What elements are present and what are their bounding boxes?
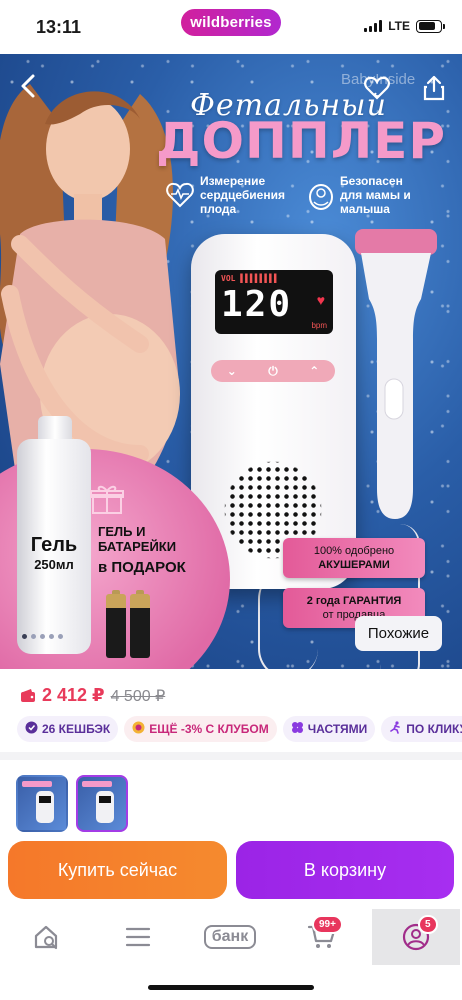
chip-club[interactable]: ЕЩЁ -3% С КЛУБОМ: [124, 716, 277, 742]
baby-icon: [308, 181, 334, 210]
back-button[interactable]: [10, 68, 46, 104]
share-button[interactable]: [416, 70, 452, 106]
battery-cell: [130, 590, 150, 658]
chip-cashback[interactable]: 26 КЕШБЭК: [17, 716, 119, 742]
chevron-down-icon: ⌄: [226, 364, 237, 378]
battery-cell: [106, 590, 126, 658]
chevron-left-icon: [21, 74, 35, 98]
tab-bank[interactable]: банк: [186, 909, 274, 965]
cashback-icon: [25, 721, 38, 737]
promo-chips: 26 КЕШБЭК ЕЩЁ -3% С КЛУБОМ ЧАСТЯМИ ПО КЛ…: [17, 716, 462, 742]
wallet-icon: [21, 688, 35, 702]
chip-parts-label: ЧАСТЯМИ: [307, 722, 368, 736]
cart-badge: 99+: [312, 915, 343, 934]
profile-badge: 5: [418, 915, 438, 934]
chevron-up-icon: ⌃: [309, 364, 320, 378]
gel-label: Гель 250мл: [17, 534, 91, 572]
thumbnail-strip: [16, 775, 128, 832]
claim-approved-top: 100% одобрено: [313, 545, 395, 557]
chip-click-label: ПО КЛИКУ: [406, 722, 462, 736]
power-icon: ⏻: [268, 363, 278, 378]
chip-cashback-label: 26 КЕШБЭК: [42, 722, 111, 736]
home-indicator: [148, 985, 314, 990]
chip-click[interactable]: ПО КЛИКУ: [381, 716, 462, 742]
share-icon: [423, 75, 445, 101]
carousel-dot[interactable]: [49, 634, 54, 639]
claim-approved-bottom: АКУШЕРАМИ: [318, 559, 390, 571]
product-image-carousel[interactable]: BabyInside Фетальный ДОППЛЕР Измерение с…: [0, 54, 462, 669]
feature-heartbeat-text: Измерение сердцебиения плода: [200, 174, 285, 216]
click-icon: [389, 721, 402, 737]
add-to-cart-button[interactable]: В корзину: [236, 841, 454, 899]
claim-warranty-top: 2 года ГАРАНТИЯ: [306, 595, 402, 607]
thumbnail-item-active[interactable]: [76, 775, 128, 832]
feature-safe-text: Безопасен для мамы и малыша: [340, 174, 411, 216]
tab-cart[interactable]: 99+: [278, 909, 366, 965]
chip-parts[interactable]: ЧАСТЯМИ: [282, 716, 376, 742]
thumbnail-item[interactable]: [16, 775, 68, 832]
bank-icon: банк: [203, 925, 257, 949]
battery-icon: [416, 19, 445, 33]
similar-button[interactable]: Похожие: [355, 616, 442, 651]
price-old: 4 500 ₽: [110, 687, 166, 705]
tab-profile[interactable]: 5: [372, 909, 460, 965]
buy-now-button[interactable]: Купить сейчас: [8, 841, 227, 899]
carousel-dot[interactable]: [31, 634, 36, 639]
hero-title-main: ДОППЛЕР: [156, 112, 447, 170]
carousel-dot[interactable]: [58, 634, 63, 639]
carousel-dot[interactable]: [22, 634, 27, 639]
section-divider: [0, 752, 462, 760]
gift-text: ГЕЛЬ И БАТАРЕЙКИ в ПОДАРОК: [98, 524, 186, 575]
carousel-dot[interactable]: [40, 634, 45, 639]
screen-volume: VOL ▌▌▌▌▌▌▌▌: [221, 274, 279, 283]
club-icon: [132, 721, 145, 737]
status-bar: 13:11 wildberries LTE: [0, 0, 462, 54]
tab-catalog[interactable]: [94, 909, 182, 965]
heartbeat-icon: [166, 181, 194, 209]
gel-name: Гель: [30, 534, 78, 556]
tab-home[interactable]: [2, 909, 90, 965]
gel-volume: 250мл: [34, 557, 74, 572]
screen-unit: bpm: [311, 321, 327, 330]
claim-approved: 100% одобрено АКУШЕРАМИ: [283, 538, 425, 578]
status-indicators: LTE: [364, 19, 445, 33]
price-current: 2 412 ₽: [42, 685, 105, 705]
gift-icon: [90, 485, 124, 514]
doppler-probe: [355, 229, 437, 519]
gift-line-3: в ПОДАРОК: [98, 559, 186, 576]
menu-icon: [125, 927, 151, 947]
price-row: 2 412 ₽ 4 500 ₽: [20, 685, 165, 706]
network-label: LTE: [388, 19, 410, 33]
feature-safe: Безопасен для мамы и малыша: [308, 174, 418, 216]
status-time: 13:11: [36, 17, 82, 37]
device-buttons: ⌄ ⏻ ⌃: [211, 360, 335, 382]
gift-line-2: БАТАРЕЙКИ: [98, 539, 177, 554]
device-screen: VOL ▌▌▌▌▌▌▌▌ 120 ♥ bpm: [215, 270, 333, 334]
favorite-button[interactable]: [359, 70, 395, 106]
signal-icon: [364, 20, 383, 32]
chip-club-label: ЕЩЁ -3% С КЛУБОМ: [149, 722, 269, 736]
gift-line-1: ГЕЛЬ И: [98, 524, 146, 539]
carousel-dots: [22, 634, 63, 639]
home-search-icon: [34, 925, 58, 950]
heart-outline-icon: [364, 76, 390, 100]
heart-icon: ♥: [316, 292, 325, 308]
screen-heartrate: 120: [221, 284, 293, 325]
brand-logo: wildberries: [181, 9, 281, 36]
parts-icon: [291, 721, 304, 737]
feature-heartbeat: Измерение сердцебиения плода: [166, 174, 306, 216]
